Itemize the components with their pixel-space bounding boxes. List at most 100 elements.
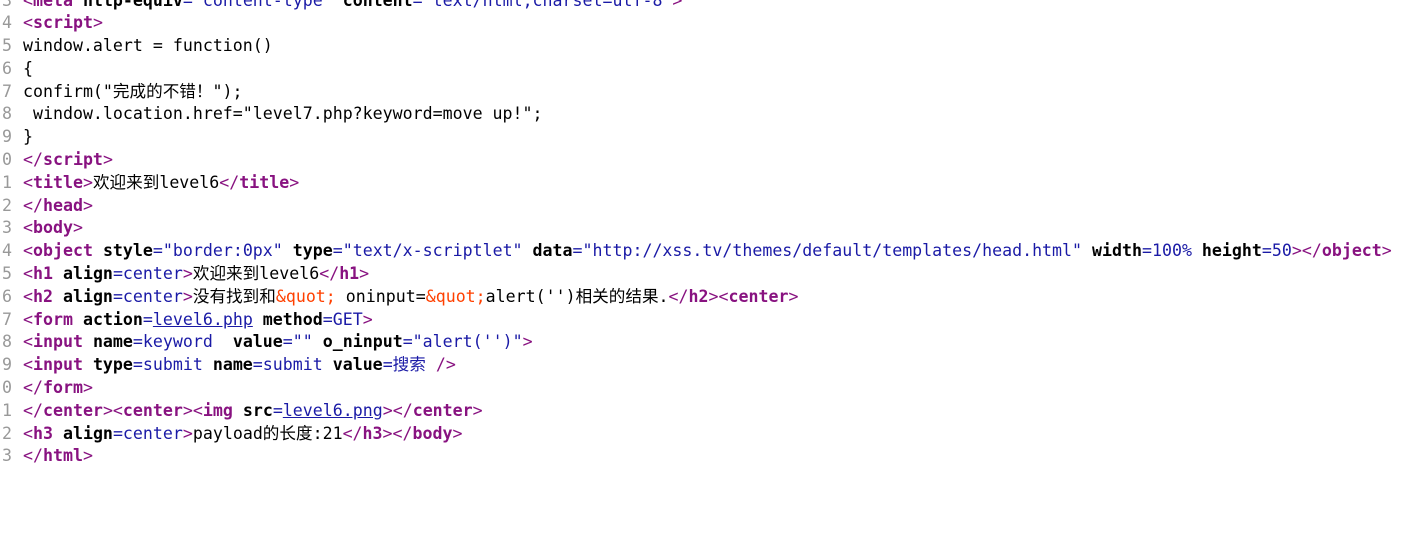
attribute-name: name (82, 332, 133, 352)
line-code: </center><center><img src=level6.png></c… (23, 400, 483, 423)
tag-bracket: > (182, 286, 193, 306)
tag-name: input (33, 355, 83, 375)
attribute-name: value (322, 355, 383, 375)
line-code: <h2 align=center>没有找到和&quot; oninput=&qu… (23, 286, 798, 309)
line-number: 8 (2, 332, 12, 352)
text-content: window.location.href="level7.php?keyword… (23, 104, 543, 124)
tag-name: object (33, 241, 93, 261)
line-code: confirm("完成的不错！"); (23, 81, 242, 104)
attribute-name: align (52, 264, 113, 284)
attribute-name: src (232, 400, 273, 420)
attribute-value: =100% (1141, 241, 1192, 261)
tag-name: title (239, 172, 290, 192)
line-number: 6 (2, 58, 12, 78)
line-number: 2 (2, 195, 12, 215)
tag-bracket: </ (23, 150, 43, 170)
attribute-value: =50 (1261, 241, 1292, 261)
attribute-name: http-equiv (72, 0, 183, 10)
text-content: 没有找到和 (192, 286, 276, 306)
line-number: 9 (2, 355, 12, 375)
text-content: oninput= (335, 286, 426, 306)
attribute-value: = (142, 309, 153, 329)
tag-bracket: > (359, 264, 370, 284)
source-line: 1 <title>欢迎来到level6</title> (0, 172, 1417, 195)
tag-bracket: < (23, 13, 33, 33)
source-line: 4 <script> (0, 12, 1417, 35)
attribute-value: ="" (282, 332, 313, 352)
line-number: 7 (2, 309, 12, 329)
source-line: 4 <object style="border:0px" type="text/… (0, 240, 1417, 263)
line-code: <h1 align=center>欢迎来到level6</h1> (23, 263, 369, 286)
source-line: 3 <meta http-equiv="content-type" conten… (0, 0, 1417, 12)
source-line: 9 <input type=submit name=submit value=搜… (0, 354, 1417, 377)
tag-name: img (202, 400, 233, 420)
tag-name: script (42, 150, 103, 170)
line-code: <input name=keyword value="" o_ninput="a… (23, 331, 533, 354)
source-line: 3 </html> (0, 445, 1417, 468)
line-code: </html> (23, 445, 93, 468)
text-content: } (23, 127, 33, 147)
tag-bracket: < (23, 286, 33, 306)
line-code: <form action=level6.php method=GET> (23, 309, 373, 332)
tag-bracket: > (1381, 241, 1392, 261)
tag-name: center (412, 400, 473, 420)
tag-bracket: ></ (382, 400, 413, 420)
attribute-value: =submit (252, 355, 323, 375)
tag-name: html (42, 446, 83, 466)
attribute-value: =center (112, 423, 183, 443)
text-content: alert('')相关的结果. (485, 286, 669, 306)
attribute-value: ="content-type" (182, 0, 333, 10)
attribute-name: data (522, 241, 573, 261)
text-content: 欢迎来到level6 (192, 264, 320, 284)
tag-bracket: < (23, 0, 33, 10)
line-number: 2 (2, 423, 12, 443)
attribute-name: align (52, 423, 113, 443)
tag-bracket: < (23, 332, 33, 352)
source-line: 2 </head> (0, 195, 1417, 218)
tag-bracket: ></ (1291, 241, 1322, 261)
line-number: 1 (2, 400, 12, 420)
tag-bracket: > (182, 423, 193, 443)
line-code: { (23, 58, 33, 81)
tag-bracket: > (672, 0, 683, 10)
line-number: 3 (2, 218, 12, 238)
tag-name: body (412, 423, 453, 443)
tag-name: form (33, 309, 73, 329)
tag-bracket: > (788, 286, 799, 306)
attribute-name: value (212, 332, 283, 352)
text-content: window.alert = function() (23, 36, 273, 56)
tag-bracket: > (92, 13, 103, 33)
source-line: 6 { (0, 58, 1417, 81)
tag-bracket: </ (319, 264, 340, 284)
tag-name: h1 (339, 264, 360, 284)
attribute-link[interactable]: level6.php (153, 310, 253, 329)
source-line: 3 <body> (0, 217, 1417, 240)
tag-bracket: > (82, 195, 93, 215)
view-source-code: 3 <meta http-equiv="content-type" conten… (0, 0, 1417, 468)
line-code: </script> (23, 149, 113, 172)
attribute-value: ="text/html;charset=utf-8" (412, 0, 673, 10)
tag-bracket: > (72, 218, 83, 238)
tag-name: input (33, 332, 83, 352)
line-code: window.alert = function() (23, 35, 273, 58)
source-line: 2 <h3 align=center>payload的长度:21</h3></b… (0, 423, 1417, 446)
tag-name: h2 (688, 286, 709, 306)
tag-bracket: < (23, 264, 33, 284)
attribute-name: type (282, 241, 333, 261)
source-line: 7 confirm("完成的不错！"); (0, 81, 1417, 104)
tag-name: center (42, 400, 103, 420)
source-line: 9 } (0, 126, 1417, 149)
tag-bracket: > (362, 309, 373, 329)
tag-bracket: </ (23, 195, 43, 215)
tag-bracket: > (82, 378, 93, 398)
tag-bracket: > (452, 423, 463, 443)
attribute-name: action (72, 309, 143, 329)
attribute-name: width (1082, 241, 1142, 261)
tag-bracket: >< (708, 286, 729, 306)
tag-name: head (42, 195, 83, 215)
tag-bracket: < (23, 218, 33, 238)
tag-bracket: < (23, 309, 33, 329)
attribute-link[interactable]: level6.png (283, 401, 383, 420)
line-code: } (23, 126, 33, 149)
attribute-name: align (52, 286, 113, 306)
